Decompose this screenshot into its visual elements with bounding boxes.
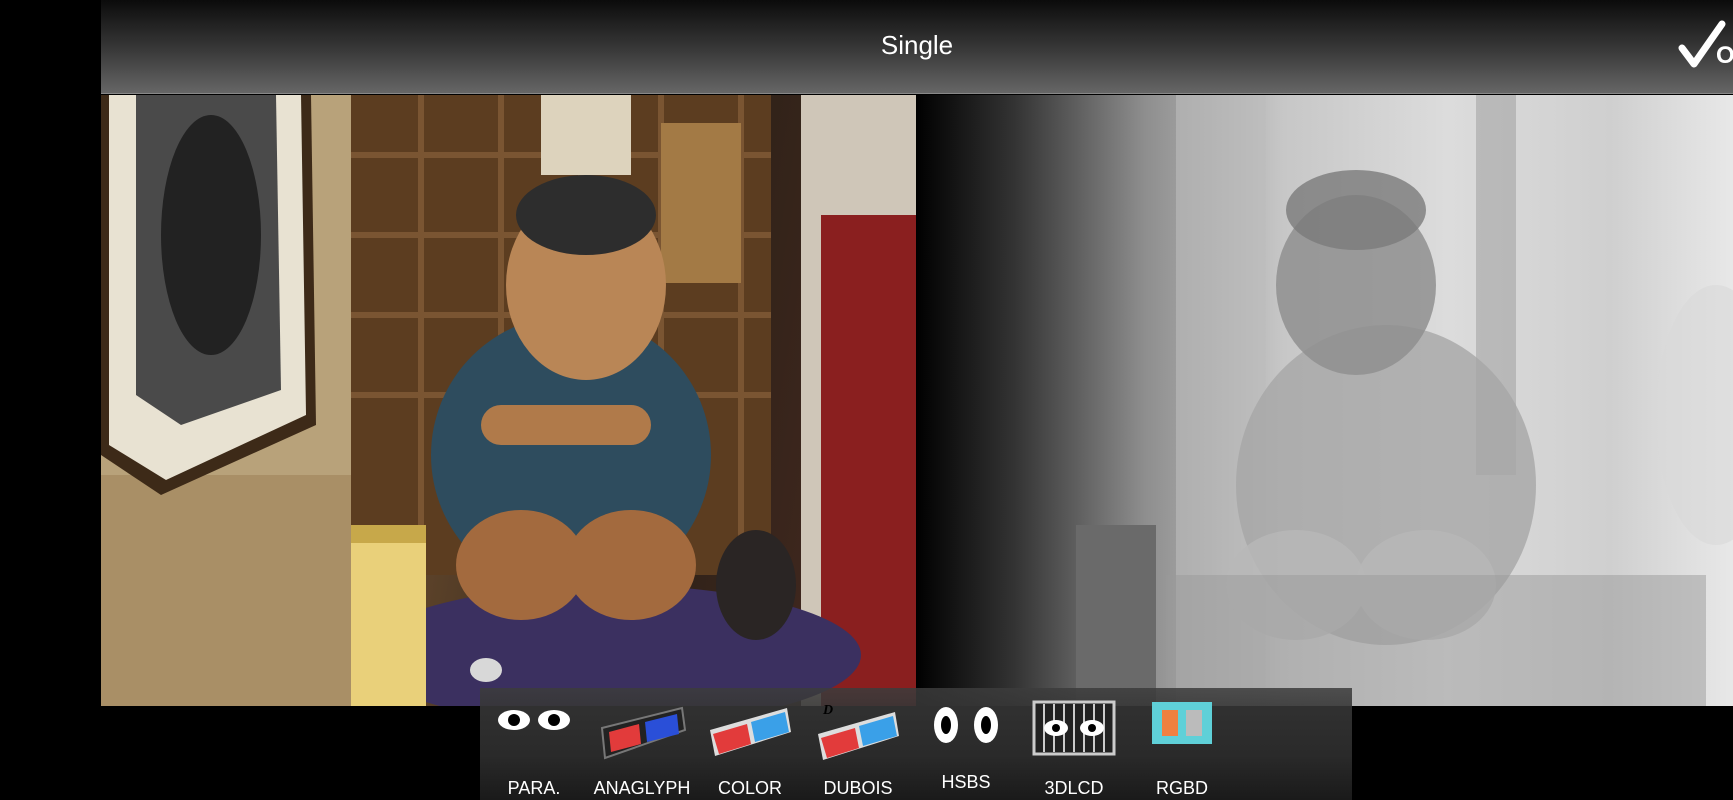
- ok-button[interactable]: OK: [1678, 20, 1733, 76]
- anaglyph-glasses-icon: [597, 700, 687, 765]
- mode-dubois-button[interactable]: D DUBOIS: [804, 688, 912, 800]
- mode-para-label: PARA.: [507, 778, 561, 798]
- page-title: Single: [880, 30, 954, 60]
- stereo-mode-toolbar: PARA. ANAGLYPH COLOR D DUBOIS HSBS 3DLCD…: [480, 688, 1352, 800]
- mode-rgbd-label: RGBD: [1155, 778, 1208, 798]
- svg-text:D: D: [822, 703, 833, 718]
- eyes-icon: [494, 700, 574, 745]
- mode-anaglyph-label: ANAGLYPH: [593, 778, 691, 798]
- mode-dubois-label: DUBOIS: [823, 778, 893, 798]
- mode-3dlcd-label: 3DLCD: [1044, 778, 1104, 798]
- hsbs-eyes-icon: [926, 700, 1006, 755]
- rgbd-icon: [1150, 700, 1214, 751]
- top-bar: Single OK: [101, 0, 1733, 94]
- mode-anaglyph-button[interactable]: ANAGLYPH: [588, 688, 696, 800]
- mode-rgbd-button[interactable]: RGBD: [1128, 688, 1236, 800]
- lcd-icon: [1032, 700, 1116, 761]
- mode-3dlcd-button[interactable]: 3DLCD: [1020, 688, 1128, 800]
- mode-hsbs-label: HSBS: [941, 772, 991, 792]
- depth-map-image: [916, 95, 1733, 706]
- color-glasses-icon: [705, 700, 795, 765]
- ok-label: OK: [1716, 42, 1733, 69]
- mode-color-button[interactable]: COLOR: [696, 688, 804, 800]
- mode-para-button[interactable]: PARA.: [480, 688, 588, 800]
- dubois-glasses-icon: D: [813, 700, 903, 767]
- mode-hsbs-button[interactable]: HSBS: [912, 688, 1020, 800]
- mode-color-label: COLOR: [717, 778, 782, 798]
- photo-image: [101, 95, 916, 706]
